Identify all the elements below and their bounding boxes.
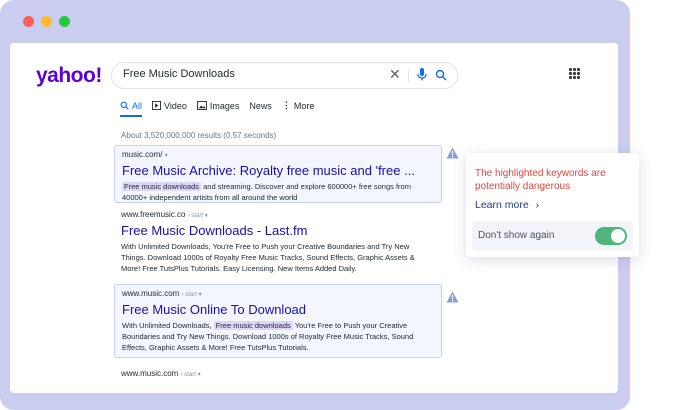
search-input[interactable]: Free Music Downloads <box>123 68 235 80</box>
play-icon <box>152 101 162 110</box>
tab-label: All <box>132 100 143 111</box>
chevron-right-icon: › <box>535 199 540 211</box>
highlighted-keyword[interactable]: Free music downloads <box>213 321 293 330</box>
warning-icon[interactable] <box>446 291 459 303</box>
yahoo-logo[interactable]: yahoo! <box>36 64 102 88</box>
search-tabs: All Video Images News ⋮ More <box>120 100 315 117</box>
toggle-knob <box>611 229 625 243</box>
tab-news[interactable]: News <box>249 100 272 111</box>
result-title[interactable]: Free Music Downloads - Last.fm <box>121 223 440 238</box>
highlighted-keyword[interactable]: Free music downloads <box>122 182 202 191</box>
tab-images[interactable]: Images <box>196 100 240 111</box>
result-url[interactable]: www.music.com › start ▾ <box>122 289 441 298</box>
result-title[interactable]: Free Music Archive: Royalty free music a… <box>122 163 441 178</box>
search-result-flagged: music.com/ ▾ Free Music Archive: Royalty… <box>114 145 442 203</box>
learn-more-link[interactable]: Learn more › <box>475 199 539 211</box>
keyword-warning-popup: The highlighted keywords are potentially… <box>466 153 639 257</box>
search-result-flagged: www.music.com › start ▾ Free Music Onlin… <box>114 284 442 358</box>
result-url[interactable]: music.com/ ▾ <box>122 150 441 159</box>
search-icon <box>120 101 129 110</box>
warning-icon[interactable] <box>446 147 459 159</box>
close-window-button[interactable] <box>23 16 34 27</box>
search-result: www.freemusic.co › start ▾ Free Music Do… <box>114 206 440 276</box>
tab-more[interactable]: ⋮ More <box>282 100 315 111</box>
result-title[interactable]: Free Music Online To Download <box>122 302 441 317</box>
result-url[interactable]: www.freemusic.co › start ▾ <box>121 210 440 219</box>
search-bar[interactable]: Free Music Downloads ✕ <box>111 62 458 89</box>
clear-icon[interactable]: ✕ <box>389 66 401 83</box>
search-icon[interactable] <box>435 68 447 86</box>
minimize-window-button[interactable] <box>41 16 52 27</box>
tab-label: More <box>293 100 315 111</box>
image-icon <box>196 101 207 110</box>
search-divider <box>408 69 409 82</box>
microphone-icon[interactable] <box>417 68 427 86</box>
tab-all[interactable]: All <box>120 100 143 117</box>
maximize-window-button[interactable] <box>59 16 70 27</box>
result-url[interactable]: www.music.com › start ▾ <box>121 369 440 378</box>
results-count: About 3,520,000,000 results (0.57 second… <box>121 131 277 140</box>
dont-show-again-row: Don't show again <box>472 221 633 250</box>
result-description: With Unlimited Downloads, You're Free to… <box>121 242 415 273</box>
apps-grid-icon[interactable] <box>569 68 580 79</box>
tab-label: Images <box>209 100 240 111</box>
dont-show-again-toggle[interactable] <box>595 227 627 245</box>
result-description: With Unlimited Downloads, Free music dow… <box>122 321 414 352</box>
warning-message: The highlighted keywords are potentially… <box>475 168 606 192</box>
search-result: www.music.com › start ▾ <box>114 365 440 385</box>
tab-label: Video <box>164 100 187 111</box>
tab-label: News <box>249 100 272 111</box>
tab-video[interactable]: Video <box>152 100 187 111</box>
more-vertical-icon: ⋮ <box>281 100 291 110</box>
window-controls <box>23 16 70 27</box>
toggle-label: Don't show again <box>478 230 555 241</box>
result-description: Free music downloads and streaming. Disc… <box>122 182 411 202</box>
